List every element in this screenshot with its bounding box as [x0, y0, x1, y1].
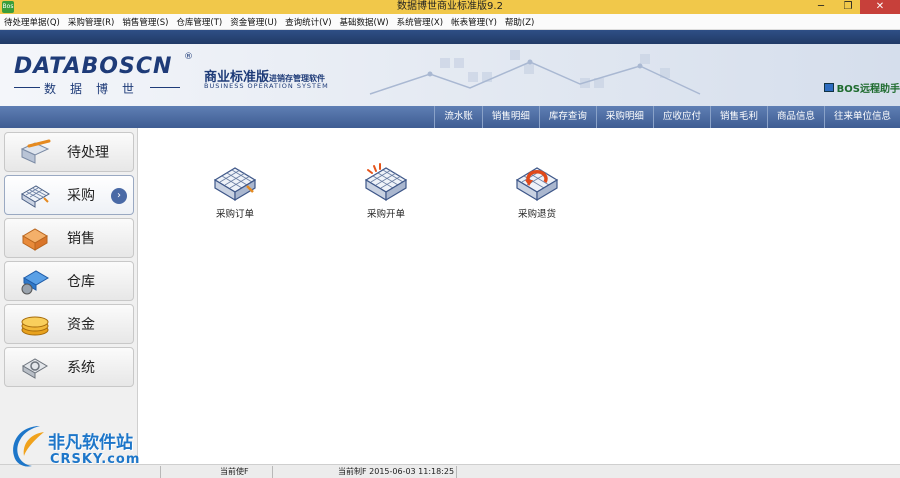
- remote-assist-label: BOS远程助手: [836, 84, 900, 95]
- minimize-button[interactable]: ─: [808, 0, 834, 14]
- window-title: 数据博世商业标准版9.2: [397, 1, 503, 12]
- menu-system[interactable]: 系统管理(X): [397, 16, 443, 28]
- purchase-return-label: 采购退货: [517, 209, 556, 220]
- sidebar-item-funds[interactable]: 资金: [4, 304, 134, 344]
- sidebar-label-warehouse: 仓库: [67, 274, 95, 290]
- watermark-logo-icon: [13, 426, 44, 467]
- remote-assist-link[interactable]: BOS远程助手: [823, 80, 900, 95]
- menu-funds[interactable]: 资金管理(U): [230, 16, 277, 28]
- status-separator: [272, 466, 273, 478]
- banner: DATABOSCN ® 数据博世 商业标准版进销存管理软件 BUSINESS O…: [0, 44, 900, 106]
- registered-mark: ®: [184, 52, 193, 62]
- menu-sales[interactable]: 销售管理(S): [122, 16, 168, 28]
- close-button[interactable]: ✕: [860, 0, 900, 14]
- purchase-invoice-button[interactable]: 采购开单: [346, 162, 426, 220]
- sidebar-item-purchase[interactable]: 采购 ›: [4, 175, 134, 215]
- watermark-text-cn: 非凡软件站: [48, 433, 133, 453]
- tab-stock-query[interactable]: 库存查询: [538, 106, 596, 128]
- tab-receivables-payables[interactable]: 应收应付: [652, 106, 710, 128]
- sales-icon: [22, 228, 48, 251]
- status-current-user: 当前使F: [220, 467, 249, 476]
- purchase-return-button[interactable]: 采购退货: [497, 162, 577, 220]
- sidebar-label-pending: 待处理: [67, 145, 109, 161]
- maximize-button[interactable]: ❐: [835, 0, 861, 14]
- system-icon: [22, 358, 48, 379]
- edition-english: BUSINESS OPERATION SYSTEM: [204, 82, 329, 90]
- menu-query[interactable]: 查询统计(V): [285, 16, 331, 28]
- menu-warehouse[interactable]: 仓库管理(T): [176, 16, 222, 28]
- purchase-invoice-icon: [364, 163, 408, 202]
- chevron-right-icon: ›: [111, 188, 127, 204]
- menu-pending-docs[interactable]: 待处理单据(Q): [4, 16, 60, 28]
- menu-reports[interactable]: 帐表管理(Y): [451, 16, 497, 28]
- top-blue-bar: [0, 30, 900, 44]
- sidebar-label-system: 系统: [67, 360, 95, 376]
- watermark: 非凡软件站 CRSKY.com: [0, 412, 160, 478]
- brand-logo: DATABOSCN: [14, 54, 173, 79]
- purchase-order-button[interactable]: 采购订单: [195, 162, 275, 220]
- sidebar-item-pending[interactable]: 待处理: [4, 132, 134, 172]
- status-separator: [456, 466, 457, 478]
- sidebar-label-sales: 销售: [67, 231, 95, 247]
- menu-help[interactable]: 帮助(Z): [505, 16, 534, 28]
- purchase-icon: [21, 185, 50, 208]
- sidebar-item-sales[interactable]: 销售: [4, 218, 134, 258]
- tab-partner-info[interactable]: 往来单位信息: [823, 106, 900, 128]
- monitor-icon: [823, 83, 834, 92]
- sidebar-label-funds: 资金: [67, 317, 95, 333]
- status-current-time: 当前制F 2015-06-03 11:18:25: [338, 467, 455, 476]
- purchase-order-label: 采购订单: [215, 209, 254, 220]
- tab-ledger[interactable]: 流水账: [434, 106, 482, 128]
- tab-gross-profit[interactable]: 销售毛利: [709, 106, 767, 128]
- brand-logo-cn: 数据博世: [44, 82, 149, 96]
- main-content: 采购订单 采购开单 采购退货: [139, 128, 900, 464]
- warehouse-icon: [21, 270, 49, 295]
- tab-product-info[interactable]: 商品信息: [766, 106, 824, 128]
- menu-bar: 待处理单据(Q) 采购管理(R) 销售管理(S) 仓库管理(T) 资金管理(U)…: [0, 14, 900, 30]
- funds-icon: [21, 316, 49, 336]
- sidebar-label-purchase: 采购: [67, 188, 95, 204]
- title-bar: Bos 数据博世商业标准版9.2 ─ ❐ ✕: [0, 0, 900, 14]
- status-separator: [160, 466, 161, 478]
- purchase-invoice-label: 采购开单: [366, 209, 405, 220]
- sidebar-item-system[interactable]: 系统: [4, 347, 134, 387]
- purchase-return-icon: [515, 167, 559, 202]
- logo-line-right: [150, 87, 180, 88]
- watermark-text-en: CRSKY.com: [50, 452, 141, 467]
- purchase-order-icon: [213, 167, 257, 202]
- menu-basic-data[interactable]: 基础数据(W): [340, 16, 389, 28]
- tab-sales-detail[interactable]: 销售明细: [481, 106, 539, 128]
- menu-purchase[interactable]: 采购管理(R): [68, 16, 115, 28]
- banner-decoration: [369, 50, 701, 95]
- tab-purchase-detail[interactable]: 采购明细: [595, 106, 653, 128]
- quick-tab-bar: 流水账 销售明细 库存查询 采购明细 应收应付 销售毛利 商品信息 往来单位信息: [0, 106, 900, 128]
- logo-line-left: [14, 87, 40, 88]
- sidebar-item-warehouse[interactable]: 仓库: [4, 261, 134, 301]
- pending-icon: [20, 139, 51, 164]
